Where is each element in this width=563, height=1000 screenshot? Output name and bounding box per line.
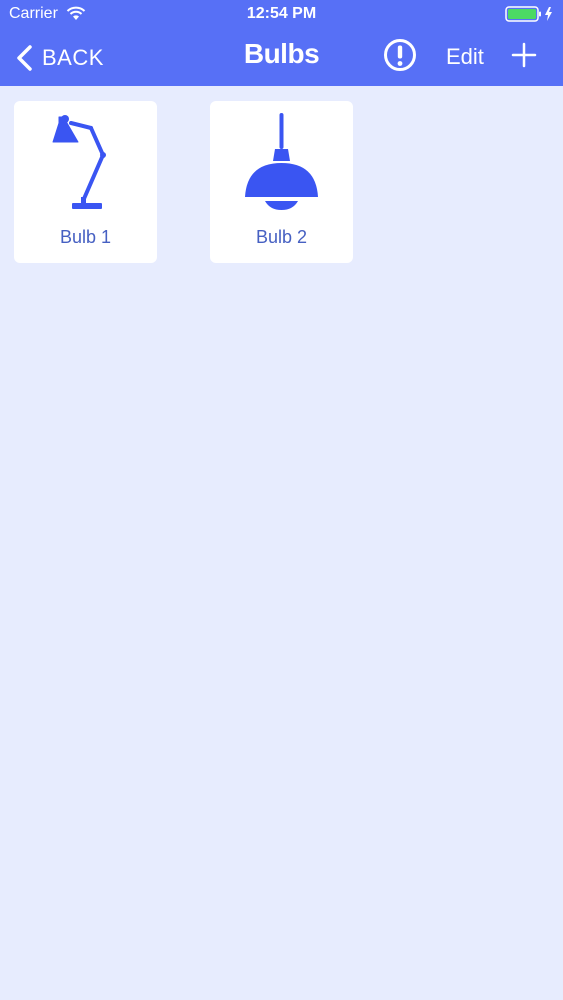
plus-icon[interactable] [511, 42, 537, 68]
status-bar: Carrier 12:54 PM [0, 0, 563, 30]
edit-button[interactable]: Edit [446, 44, 484, 70]
navigation-bar: BACK Bulbs Edit [0, 30, 563, 86]
bulb-label: Bulb 2 [255, 227, 308, 247]
battery-icon [505, 6, 552, 22]
bulb-card[interactable]: Bulb 2 [210, 101, 353, 263]
top-bar: Carrier 12:54 PM BACK Bulbs Edit [0, 0, 563, 86]
desk-lamp-icon [52, 115, 106, 209]
exclamation-circle-icon[interactable] [383, 38, 417, 72]
bulb-label: Bulb 1 [59, 227, 112, 247]
status-time: 12:54 PM [246, 5, 317, 22]
pendant-lamp-icon [245, 113, 318, 210]
bulb-card[interactable]: Bulb 1 [14, 101, 157, 263]
